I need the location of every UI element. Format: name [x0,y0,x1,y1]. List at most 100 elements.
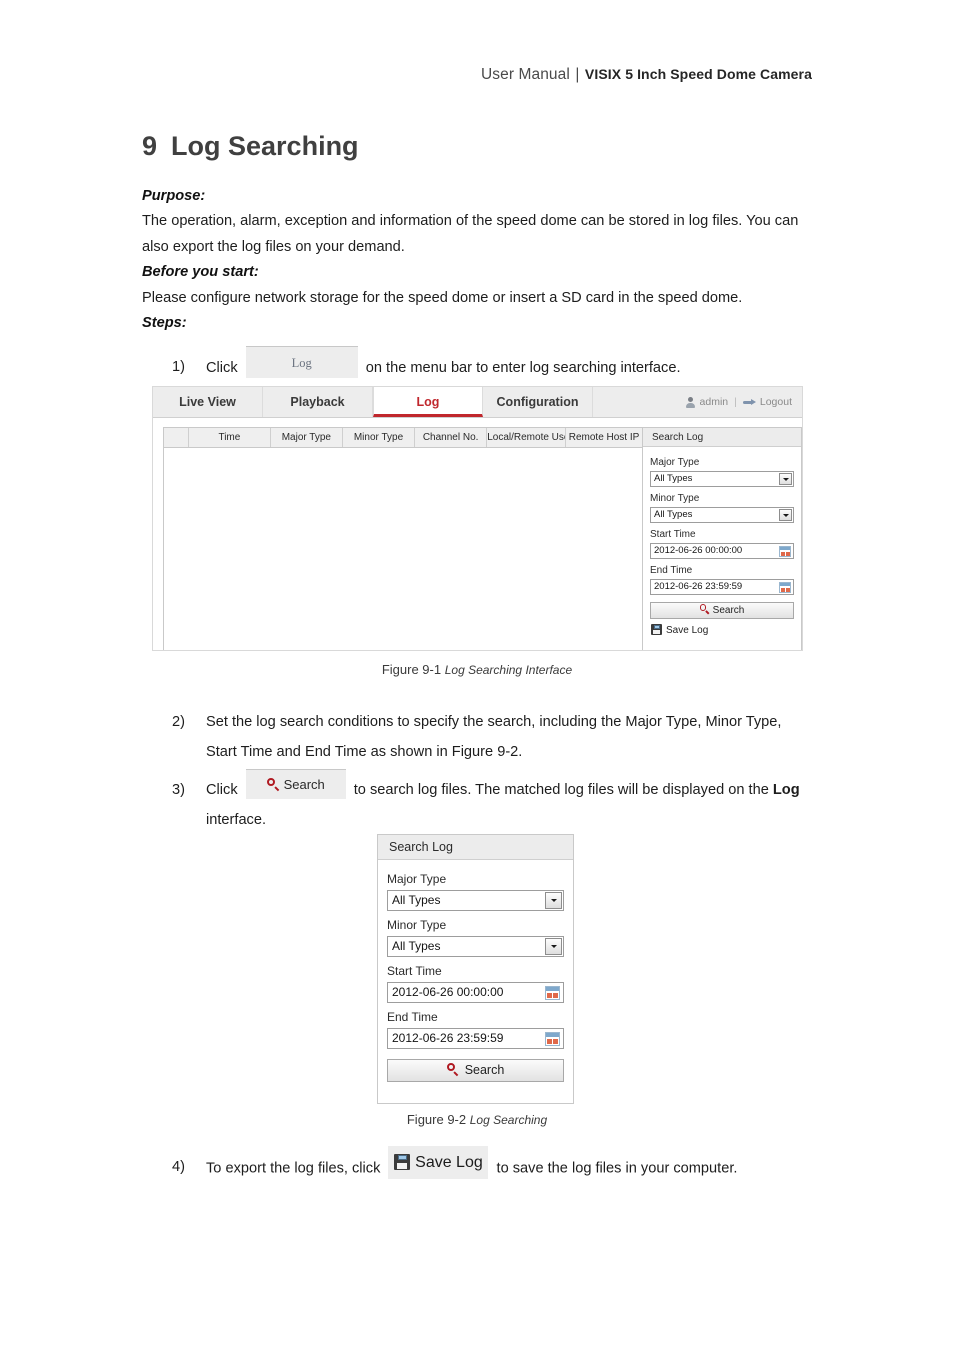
figure1-end-time-label: End Time [650,565,693,576]
user-session-area: admin | Logout [684,387,802,417]
table-header-major-type: Major Type [271,428,343,447]
tab-log[interactable]: Log [373,387,483,417]
search-icon [699,604,710,614]
chapter-number: 9 [142,131,158,161]
header-left-text: User Manual [480,66,570,83]
step-2: 2) Set the log search conditions to spec… [172,707,812,767]
figure1-end-time-input[interactable]: 2012-06-26 23:59:59 [650,579,794,595]
username-label: admin [699,396,729,408]
figure2-start-time-value: 2012-06-26 00:00:00 [392,985,504,999]
figure2-panel-title: Search Log [378,835,573,860]
figure2-end-time-label: End Time [387,1010,438,1024]
save-log-button-label: Save Log [415,1154,483,1171]
save-icon [394,1154,411,1170]
figure1-minor-type-value: All Types [654,509,693,520]
chevron-down-icon[interactable] [545,938,562,955]
table-header-channel-no: Channel No. [415,428,488,447]
header-separator: | [575,66,580,83]
figure2-minor-type-label: Minor Type [387,918,447,932]
figure2-panel-fields: Major Type All Types Minor Type All Type… [378,860,573,1082]
tab-bar-spacer [593,387,685,417]
figure1-start-time-label: Start Time [650,529,696,540]
step-4: 4) To export the log files, click Save L… [172,1146,832,1185]
log-button-image[interactable]: Log [245,346,358,378]
figure-9-2-log-searching-panel: Search Log Major Type All Types Minor Ty… [377,834,574,1104]
chapter-title: Log Searching [171,131,359,161]
document-page: User Manual | VISIX 5 Inch Speed Dome Ca… [0,0,954,1351]
log-table-header-row: Time Major Type Minor Type Channel No. L… [164,428,642,448]
figure2-end-time-value: 2012-06-26 23:59:59 [392,1031,504,1045]
calendar-icon[interactable] [545,1032,560,1046]
step-4-text-before: To export the log files, click [206,1160,381,1177]
log-results-table: Time Major Type Minor Type Channel No. L… [164,428,643,650]
figure1-major-type-value: All Types [654,473,693,484]
search-icon [446,1063,460,1076]
figure1-search-log-panel: Search Log Major Type All Types Minor Ty… [643,428,801,650]
step-4-text-after: to save the log files in your computer. [496,1160,738,1177]
tab-configuration[interactable]: Configuration [483,387,593,417]
tab-live-view[interactable]: Live View [153,387,263,417]
step-3-text-after-2: interface. [206,812,267,829]
tab-playback[interactable]: Playback [263,387,373,417]
figure-9-2-caption-number: Figure 9-2 [406,1112,470,1127]
figure1-minor-type-select[interactable]: All Types [650,507,794,523]
figure1-major-type-label: Major Type [650,457,700,468]
save-icon [651,624,662,635]
step-2-text: Set the log search conditions to specify… [206,714,782,760]
figure1-major-type-select[interactable]: All Types [650,471,794,487]
figure2-start-time-input[interactable]: 2012-06-26 00:00:00 [387,982,564,1003]
page-title: 9 Log Searching [142,131,359,162]
figure2-major-type-value: All Types [392,893,441,907]
search-button-image[interactable]: Search [245,769,346,800]
save-log-button-image[interactable]: Save Log [388,1146,489,1179]
calendar-icon[interactable] [779,582,791,593]
calendar-icon[interactable] [545,986,560,1000]
figure1-content-area: Time Major Type Minor Type Channel No. L… [153,418,802,650]
figure2-search-button[interactable]: Search [387,1059,564,1082]
step-3: 3) Click Search to search log files. The… [172,769,832,835]
figure2-major-type-select[interactable]: All Types [387,890,564,911]
chevron-down-icon[interactable] [545,892,562,909]
figure-9-1-caption-number: Figure 9-1 [381,662,445,677]
figure1-save-log-label: Save Log [666,625,709,636]
figure1-end-time-value: 2012-06-26 23:59:59 [654,581,743,592]
user-area-divider: | [734,396,737,408]
step-1-text-before: Click [206,359,238,376]
figure1-search-button[interactable]: Search [650,602,794,619]
logout-link[interactable]: Logout [760,396,792,408]
figure2-major-type-label: Major Type [387,872,447,886]
table-header-local-remote-user: Local/Remote User [487,428,567,447]
step-3-text-bold: Log [772,782,800,798]
step-1-text-after: on the menu bar to enter log searching i… [365,359,681,376]
figure1-tab-bar: Live View Playback Log Configuration adm… [153,387,802,418]
purpose-line-1: The operation, alarm, exception and info… [142,213,799,229]
figure2-start-time-label: Start Time [387,964,442,978]
chevron-down-icon[interactable] [779,509,792,521]
log-button-label: Log [291,356,312,370]
step-4-number: 4) [172,1159,185,1175]
running-header: User Manual | VISIX 5 Inch Speed Dome Ca… [142,66,812,84]
figure1-save-log-button[interactable]: Save Log [650,624,794,638]
search-icon [266,778,280,791]
step-3-text-after-1: to search log files. The matched log fil… [353,782,773,798]
calendar-icon[interactable] [779,546,791,557]
steps-label: Steps: [142,315,187,331]
figure-9-1-caption-title: Log Searching Interface [444,663,573,677]
purpose-paragraph: The operation, alarm, exception and info… [142,208,814,260]
chevron-down-icon[interactable] [779,473,792,485]
step-1-number: 1) [172,359,185,375]
table-header-index [164,428,190,447]
search-button-image-label: Search [283,777,325,793]
figure1-minor-type-label: Minor Type [650,493,700,504]
figure1-start-time-input[interactable]: 2012-06-26 00:00:00 [650,543,794,559]
figure2-end-time-input[interactable]: 2012-06-26 23:59:59 [387,1028,564,1049]
figure2-minor-type-select[interactable]: All Types [387,936,564,957]
step-3-number: 3) [172,782,185,798]
user-icon [685,396,696,408]
purpose-line-2: also export the log files on your demand… [142,239,405,255]
figure2-minor-type-value: All Types [392,939,441,953]
figure1-panel-title: Search Log [643,428,801,447]
logout-icon [742,398,756,407]
before-you-start-paragraph: Please configure network storage for the… [142,290,743,306]
table-header-time: Time [189,428,271,447]
